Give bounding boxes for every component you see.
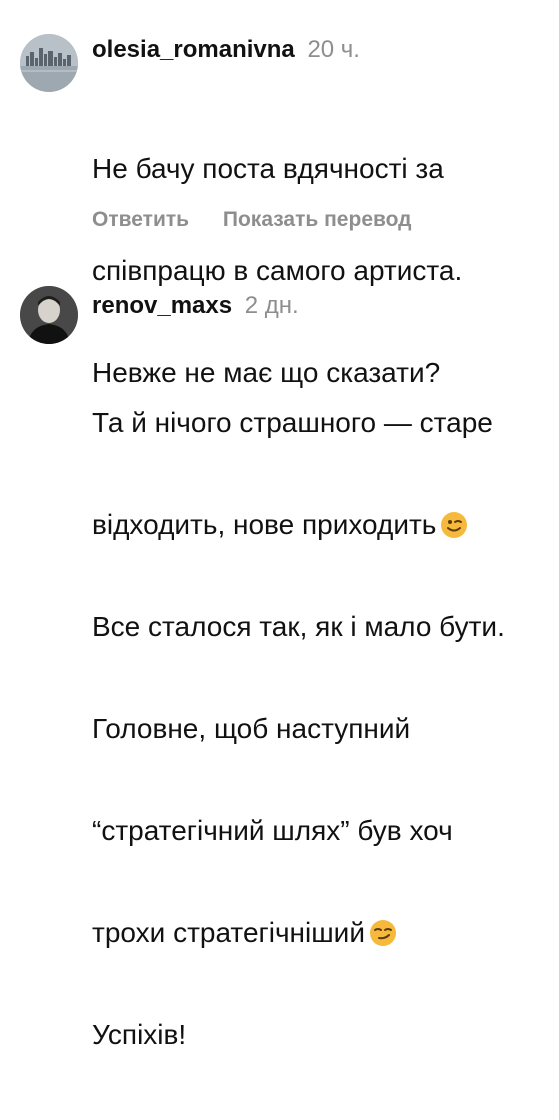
timestamp: 20 ч.: [307, 36, 360, 63]
comment-text: Та й нічого страшного — старе відходить,…: [92, 338, 505, 1120]
comment-1: olesia_romanivna 20 ч. Не бачу поста вдя…: [0, 0, 559, 388]
comment-line: Все сталося так, як і мало бути.: [92, 611, 505, 642]
avatar-portrait-image: [20, 286, 78, 344]
winking-face-icon: [441, 512, 468, 538]
comment-line: відходить, нове приходить: [92, 509, 437, 540]
smirking-face-icon: [369, 920, 396, 946]
comment-line-with-emoji: трохи стратегічніший: [92, 916, 505, 950]
username[interactable]: renov_maxs: [92, 292, 232, 319]
show-translation-button[interactable]: Показать перевод: [223, 208, 412, 231]
comment-header: olesia_romanivna 20 ч.: [92, 36, 360, 64]
comment-line: “стратегічний шлях” був хоч: [92, 815, 453, 846]
comment-line: Успіхів!: [92, 1019, 187, 1050]
username[interactable]: olesia_romanivna: [92, 36, 295, 63]
comment-2: renov_maxs 2 дн. Та й нічого страшного —…: [0, 260, 559, 1050]
avatar-city-skyline-image: [20, 34, 78, 92]
comment-header: renov_maxs 2 дн.: [92, 292, 299, 320]
comment-line-with-emoji: відходить, нове приходить: [92, 508, 505, 542]
comment-line: Головне, щоб наступний: [92, 713, 411, 744]
reply-button[interactable]: Ответить: [92, 208, 189, 231]
comment-line: Не бачу поста вдячності за: [92, 153, 444, 184]
comment-line: трохи стратегічніший: [92, 917, 365, 948]
avatar[interactable]: [20, 34, 78, 92]
avatar[interactable]: [20, 286, 78, 344]
comment-line: Та й нічого страшного — старе: [92, 407, 493, 438]
timestamp: 2 дн.: [244, 292, 299, 319]
comment-actions: Ответить Показать перевод: [92, 208, 440, 232]
